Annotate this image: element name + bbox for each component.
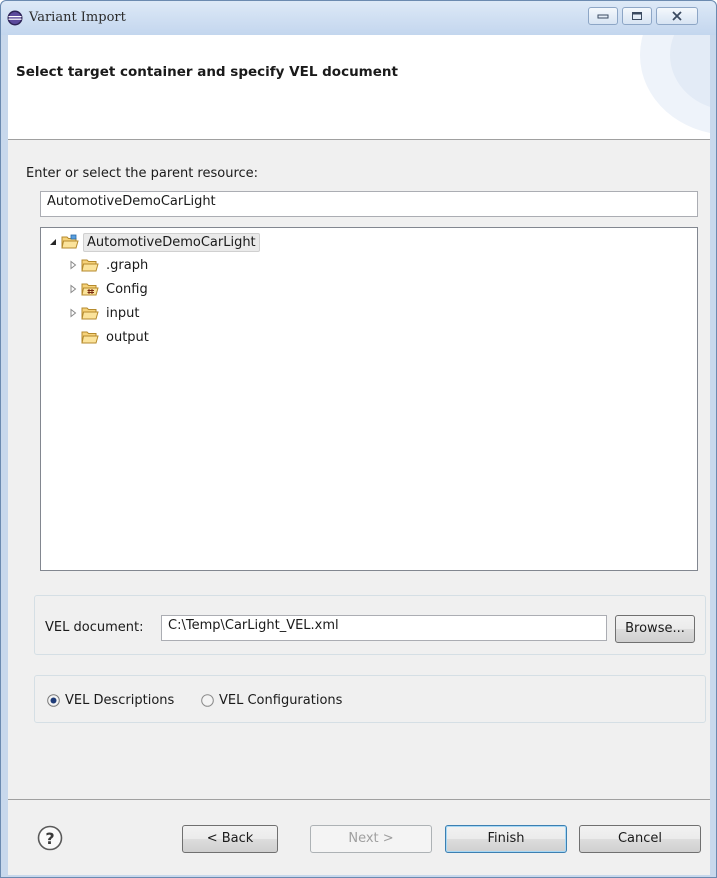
tree-item-config[interactable]: Config — [67, 278, 151, 300]
back-button[interactable]: < Back — [182, 825, 278, 853]
vel-mode-group: VEL Descriptions VEL Configurations — [34, 675, 706, 723]
finish-button[interactable]: Finish — [445, 825, 567, 853]
config-folder-icon — [81, 281, 99, 297]
collapsed-arrow-icon[interactable] — [67, 307, 79, 319]
wizard-header: Select target container and specify VEL … — [8, 35, 710, 140]
tree-item-label: input — [106, 305, 140, 321]
radio-label: VEL Descriptions — [65, 693, 175, 708]
minimize-button[interactable] — [588, 7, 618, 25]
expanded-arrow-icon[interactable] — [47, 236, 59, 248]
parent-resource-label: Enter or select the parent resource: — [26, 166, 259, 181]
dialog-content: Select target container and specify VEL … — [8, 35, 710, 875]
resource-tree[interactable]: AutomotiveDemoCarLight .graph Config inp… — [40, 227, 698, 571]
cancel-button[interactable]: Cancel — [579, 825, 701, 853]
vel-document-label: VEL document: — [45, 620, 144, 635]
folder-icon — [81, 257, 99, 273]
tree-item-label: AutomotiveDemoCarLight — [83, 232, 260, 252]
tree-item-output[interactable]: output — [67, 326, 152, 348]
page-title: Select target container and specify VEL … — [16, 64, 398, 80]
radio-selected-icon — [47, 694, 60, 707]
radio-unselected-icon — [201, 694, 214, 707]
folder-icon — [81, 329, 99, 345]
footer-separator — [8, 799, 710, 800]
radio-vel-configurations[interactable]: VEL Configurations — [201, 693, 342, 708]
project-folder-icon — [61, 234, 79, 250]
close-icon — [672, 11, 682, 21]
maximize-icon — [632, 12, 642, 20]
header-decoration — [640, 35, 710, 133]
radio-label: VEL Configurations — [219, 693, 343, 708]
eclipse-icon — [7, 10, 23, 26]
parent-resource-input[interactable]: AutomotiveDemoCarLight — [40, 191, 698, 217]
tree-item-input[interactable]: input — [67, 302, 142, 324]
tree-item-label: Config — [106, 281, 148, 297]
help-icon[interactable]: ? — [37, 825, 63, 851]
tree-item-project[interactable]: AutomotiveDemoCarLight — [47, 231, 260, 253]
collapsed-arrow-icon[interactable] — [67, 283, 79, 295]
svg-text:?: ? — [45, 829, 54, 848]
folder-icon — [81, 305, 99, 321]
next-button[interactable]: Next > — [310, 825, 432, 853]
tree-item-label: output — [106, 329, 149, 345]
window-title: Variant Import — [29, 10, 126, 25]
browse-button[interactable]: Browse... — [615, 615, 695, 643]
radio-vel-descriptions[interactable]: VEL Descriptions — [47, 693, 174, 708]
title-bar[interactable]: Variant Import — [1, 1, 716, 35]
vel-document-input[interactable]: C:\Temp\CarLight_VEL.xml — [161, 615, 607, 641]
close-button[interactable] — [656, 7, 698, 25]
collapsed-arrow-icon[interactable] — [67, 259, 79, 271]
tree-item-graph[interactable]: .graph — [67, 254, 151, 276]
maximize-button[interactable] — [622, 7, 652, 25]
dialog-window: Variant Import Select target container a… — [0, 0, 717, 878]
minimize-icon — [597, 14, 609, 19]
vel-document-group: VEL document: C:\Temp\CarLight_VEL.xml B… — [34, 595, 706, 655]
tree-item-label: .graph — [106, 257, 149, 273]
